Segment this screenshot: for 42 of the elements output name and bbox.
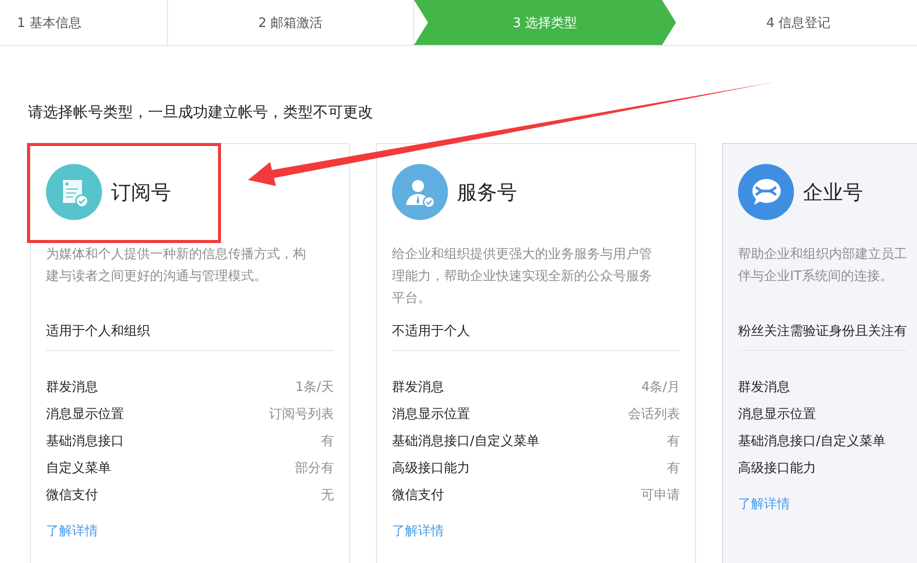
feature-value: 有 — [321, 432, 334, 450]
chat-bubble-icon — [738, 164, 794, 220]
step-tab[interactable]: 2 邮箱激活 — [168, 0, 414, 45]
audience-text: 适用于个人和组织 — [46, 322, 334, 351]
feature-name: 消息显示位置 — [738, 406, 816, 422]
feature-name: 消息显示位置 — [46, 406, 124, 422]
feature-value: 有 — [667, 432, 680, 450]
feature-name: 群发消息 — [738, 378, 790, 396]
feature-name: 高级接口能力 — [738, 460, 816, 476]
account-type-card[interactable]: 服务号 给企业和组织提供更强大的业务服务与用户管 理能力，帮助企业快速实现全新的公众号服务 平台。 不适用于个人 群发消息 4条/月 消息显示位置 会话列表 基础消息接口/自定义菜单 有 高级接口能力 有 微信支付 可申请 了解详情 — [376, 143, 696, 563]
feature-value: 会话列表 — [628, 406, 680, 422]
feature-name: 群发消息 — [392, 378, 444, 396]
feature-value: 有 — [667, 460, 680, 476]
account-type-card[interactable]: 企业号 帮助企业和组织内部建立员工 伴与企业IT系统间的连接。 粉丝关注需验证身份且关注有 群发消息 消息显示位置 基础消息接口/自定义菜单 高级接口能力 了解详情 — [722, 143, 917, 563]
feature-name: 基础消息接口 — [46, 432, 124, 450]
feature-value: 4条/月 — [641, 378, 680, 396]
card-description: 帮助企业和组织内部建立员工 伴与企业IT系统间的连接。 — [738, 246, 907, 286]
feature-name: 自定义菜单 — [46, 460, 111, 476]
audience-text: 不适用于个人 — [392, 322, 680, 351]
person-check-icon — [392, 164, 448, 220]
card-title: 企业号 — [803, 178, 863, 206]
feature-name: 基础消息接口/自定义菜单 — [392, 432, 540, 450]
audience-text: 粉丝关注需验证身份且关注有 — [738, 322, 907, 351]
document-check-icon — [46, 164, 102, 220]
feature-name: 消息显示位置 — [392, 406, 470, 422]
card-description: 给企业和组织提供更强大的业务服务与用户管 理能力，帮助企业快速实现全新的公众号服务 平台。 — [392, 246, 653, 308]
card-title: 服务号 — [457, 178, 517, 206]
instruction-text: 请选择帐号类型，一旦成功建立帐号，类型不可更改 — [28, 103, 374, 122]
feature-name: 基础消息接口/自定义菜单 — [738, 432, 886, 450]
step-tab[interactable]: 1 基本信息 — [0, 0, 168, 45]
feature-value: 订阅号列表 — [269, 406, 334, 422]
feature-value: 可申请 — [641, 486, 680, 504]
card-description: 为媒体和个人提供一种新的信息传播方式，构 建与读者之间更好的沟通与管理模式。 — [46, 246, 307, 286]
feature-value: 部分有 — [295, 460, 334, 476]
feature-name: 群发消息 — [46, 378, 98, 396]
feature-name: 微信支付 — [46, 486, 98, 504]
step-tab[interactable]: 4 信息登记 — [676, 0, 917, 45]
feature-value: 无 — [321, 486, 334, 504]
feature-name: 微信支付 — [392, 486, 444, 504]
card-title: 订阅号 — [111, 178, 171, 206]
feature-value: 1条/天 — [295, 378, 334, 396]
feature-name: 高级接口能力 — [392, 460, 470, 476]
